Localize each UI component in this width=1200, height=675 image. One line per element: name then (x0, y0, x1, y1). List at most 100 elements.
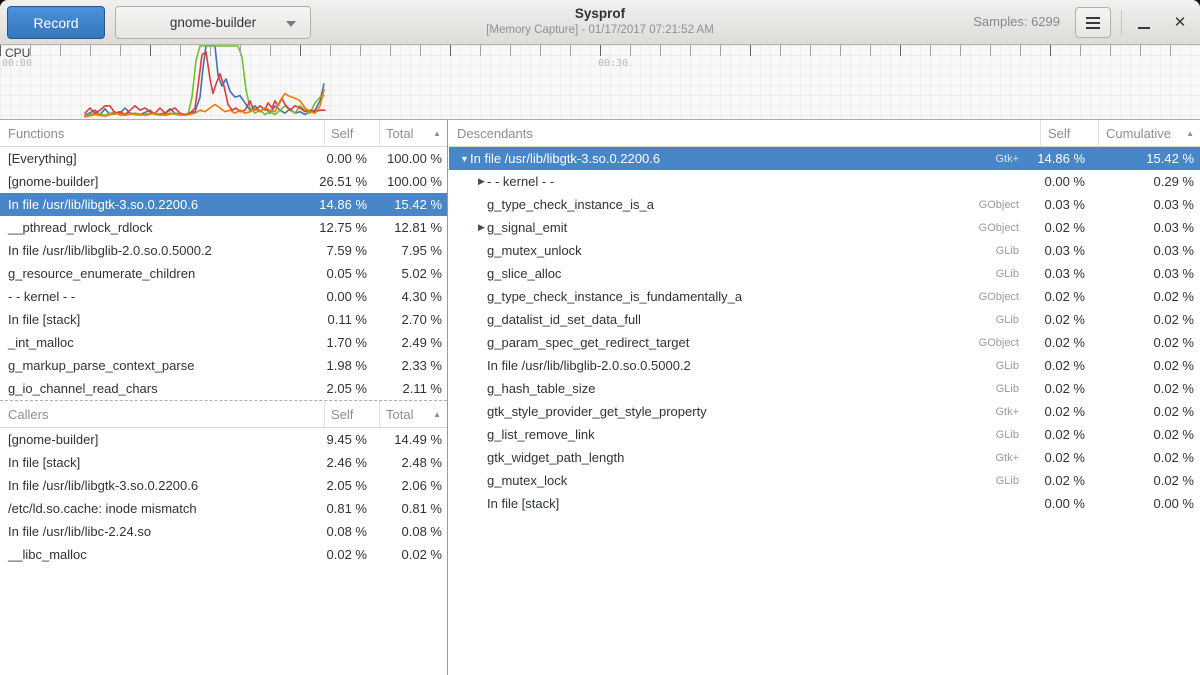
tree-row[interactable]: g_slice_allocGLib0.03 %0.03 % (449, 262, 1200, 285)
self-percent: 0.02 % (1027, 312, 1092, 327)
tree-row[interactable]: g_datalist_id_set_data_fullGLib0.02 %0.0… (449, 308, 1200, 331)
table-row[interactable]: g_markup_parse_context_parse1.98 %2.33 % (0, 354, 447, 377)
function-name: g_type_check_instance_is_a (487, 197, 654, 212)
library-tag: GLib (996, 360, 1027, 372)
total-percent: 0.02 % (374, 547, 447, 562)
table-row[interactable]: In file [stack]2.46 %2.48 % (0, 451, 447, 474)
self-percent: 0.81 % (312, 501, 374, 516)
self-percent: 9.45 % (312, 432, 374, 447)
expander-closed-icon[interactable]: ▶ (476, 222, 487, 233)
table-row[interactable]: /etc/ld.so.cache: inode mismatch0.81 %0.… (0, 497, 447, 520)
function-name: _int_malloc (0, 335, 312, 350)
self-percent: 2.05 % (312, 478, 374, 493)
descendants-cumulative-column-header[interactable]: Cumulative ▲ (1098, 120, 1200, 146)
table-row[interactable]: [gnome-builder]26.51 %100.00 % (0, 170, 447, 193)
window-title: Sysprof (400, 5, 800, 23)
table-row[interactable]: [Everything]0.00 %100.00 % (0, 147, 447, 170)
tree-row[interactable]: In file [stack]0.00 %0.00 % (449, 492, 1200, 515)
tree-row[interactable]: In file /usr/lib/libglib-2.0.so.0.5000.2… (449, 354, 1200, 377)
self-percent: 0.02 % (1027, 404, 1092, 419)
function-name: In file /usr/lib/libglib-2.0.so.0.5000.2 (0, 243, 312, 258)
menu-button[interactable] (1075, 7, 1111, 38)
function-name: [gnome-builder] (0, 174, 312, 189)
callers-total-column-header[interactable]: Total ▲ (379, 401, 447, 427)
record-button[interactable]: Record (7, 6, 105, 39)
target-select-value: gnome-builder (170, 15, 256, 30)
cumulative-percent: 0.29 % (1092, 174, 1200, 189)
function-name: g_list_remove_link (487, 427, 595, 442)
function-name: In file /usr/lib/libglib-2.0.so.0.5000.2 (487, 358, 691, 373)
table-row[interactable]: g_resource_enumerate_children0.05 %5.02 … (0, 262, 447, 285)
expander-open-icon[interactable]: ▼ (459, 154, 470, 164)
timeline-ruler (0, 45, 1200, 56)
cumulative-percent: 0.02 % (1092, 358, 1200, 373)
self-percent: 0.02 % (1027, 335, 1092, 350)
cumulative-percent: 0.02 % (1092, 427, 1200, 442)
descendants-panel: Descendants Self Cumulative ▲ ▼In file /… (449, 120, 1200, 675)
tree-row[interactable]: g_mutex_lockGLib0.02 %0.02 % (449, 469, 1200, 492)
tree-row[interactable]: gtk_style_provider_get_style_propertyGtk… (449, 400, 1200, 423)
tree-row[interactable]: ▼In file /usr/lib/libgtk-3.so.0.2200.6Gt… (449, 147, 1200, 170)
callers-column-header[interactable]: Callers (0, 401, 324, 427)
tree-row[interactable]: g_type_check_instance_is_fundamentally_a… (449, 285, 1200, 308)
table-row[interactable]: __pthread_rwlock_rdlock12.75 %12.81 % (0, 216, 447, 239)
descendants-self-column-header[interactable]: Self (1040, 120, 1098, 146)
table-row[interactable]: In file [stack]0.11 %2.70 % (0, 308, 447, 331)
target-select[interactable]: gnome-builder (115, 6, 311, 39)
self-percent: 0.00 % (312, 151, 374, 166)
sort-ascending-icon: ▲ (1186, 129, 1194, 138)
minimize-button[interactable] (1132, 10, 1156, 34)
title-box: Sysprof [Memory Capture] - 01/17/2017 07… (400, 5, 800, 38)
table-row[interactable]: In file /usr/lib/libgtk-3.so.0.2200.62.0… (0, 474, 447, 497)
self-percent: 0.03 % (1027, 266, 1092, 281)
window-subtitle: [Memory Capture] - 01/17/2017 07:21:52 A… (400, 23, 800, 38)
functions-total-column-header[interactable]: Total ▲ (379, 120, 447, 146)
tree-row[interactable]: g_type_check_instance_is_aGObject0.03 %0… (449, 193, 1200, 216)
cpu-graph[interactable]: CPU 00:00 00:30 (0, 45, 1200, 120)
total-percent: 2.49 % (374, 335, 447, 350)
close-button[interactable]: ✕ (1168, 10, 1192, 34)
function-name: g_param_spec_get_redirect_target (487, 335, 689, 350)
descendants-column-header[interactable]: Descendants (449, 120, 1040, 146)
self-percent: 0.02 % (1027, 358, 1092, 373)
tree-row[interactable]: g_hash_table_sizeGLib0.02 %0.02 % (449, 377, 1200, 400)
function-name: In file /usr/lib/libgtk-3.so.0.2200.6 (470, 151, 660, 166)
sort-ascending-icon: ▲ (433, 410, 441, 419)
functions-self-column-header[interactable]: Self (324, 120, 379, 146)
tree-row[interactable]: g_param_spec_get_redirect_targetGObject0… (449, 331, 1200, 354)
function-name: /etc/ld.so.cache: inode mismatch (0, 501, 312, 516)
cumulative-percent: 0.02 % (1092, 289, 1200, 304)
self-percent: 7.59 % (312, 243, 374, 258)
table-row[interactable]: - - kernel - -0.00 %4.30 % (0, 285, 447, 308)
function-name: g_io_channel_read_chars (0, 381, 312, 396)
total-percent: 15.42 % (374, 197, 447, 212)
library-tag: GLib (996, 383, 1027, 395)
expander-closed-icon[interactable]: ▶ (476, 176, 487, 187)
function-name: g_mutex_unlock (487, 243, 582, 258)
self-percent: 0.11 % (312, 312, 374, 327)
function-name: gtk_widget_path_length (487, 450, 624, 465)
self-percent: 0.03 % (1027, 197, 1092, 212)
table-row[interactable]: __libc_malloc0.02 %0.02 % (0, 543, 447, 566)
library-tag: GObject (979, 222, 1027, 234)
table-row[interactable]: [gnome-builder]9.45 %14.49 % (0, 428, 447, 451)
tree-row[interactable]: ▶g_signal_emitGObject0.02 %0.03 % (449, 216, 1200, 239)
table-row[interactable]: In file /usr/lib/libgtk-3.so.0.2200.614.… (0, 193, 447, 216)
callers-self-column-header[interactable]: Self (324, 401, 379, 427)
table-row[interactable]: _int_malloc1.70 %2.49 % (0, 331, 447, 354)
function-name: In file [stack] (487, 496, 559, 511)
self-percent: 0.02 % (312, 547, 374, 562)
callers-header: Callers Self Total ▲ (0, 401, 447, 428)
tree-row[interactable]: g_list_remove_linkGLib0.02 %0.02 % (449, 423, 1200, 446)
tree-row[interactable]: gtk_widget_path_lengthGtk+0.02 %0.02 % (449, 446, 1200, 469)
table-row[interactable]: In file /usr/lib/libc-2.24.so0.08 %0.08 … (0, 520, 447, 543)
time-label-mid: 00:30 (598, 58, 628, 69)
tree-row[interactable]: ▶- - kernel - -0.00 %0.29 % (449, 170, 1200, 193)
cpu-chart (0, 45, 1200, 119)
functions-column-header[interactable]: Functions (0, 120, 324, 146)
library-tag: GLib (996, 314, 1027, 326)
library-tag: GLib (996, 268, 1027, 280)
tree-row[interactable]: g_mutex_unlockGLib0.03 %0.03 % (449, 239, 1200, 262)
table-row[interactable]: g_io_channel_read_chars2.05 %2.11 % (0, 377, 447, 400)
table-row[interactable]: In file /usr/lib/libglib-2.0.so.0.5000.2… (0, 239, 447, 262)
